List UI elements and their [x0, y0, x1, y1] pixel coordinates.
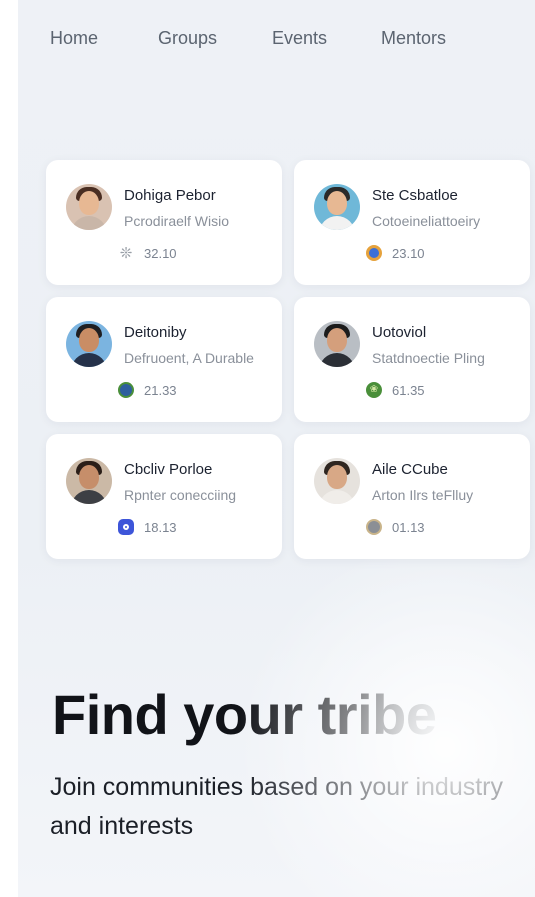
mentor-card[interactable]: Cbcliv Porloe Rpnter conecciing 18.13 [46, 434, 282, 559]
mentor-role: Pcrodiraelf Wisio [124, 213, 230, 229]
mentor-card[interactable]: Deitoniby Defruoent, A Durable 21.33 [46, 297, 282, 422]
avatar [66, 184, 112, 230]
mentor-grid: Dohiga Pebor Pcrodiraelf Wisio ❊ 32.10 S… [46, 160, 530, 559]
nav-mentors[interactable]: Mentors [381, 28, 471, 49]
mentor-role: Statdnoectie Pling [372, 350, 485, 366]
mentor-count: 18.13 [144, 519, 177, 535]
avatar [314, 458, 360, 504]
globe-icon [118, 382, 134, 398]
top-nav: Home Groups Events Mentors [50, 28, 471, 49]
mentor-role: Defruoent, A Durable [124, 350, 254, 366]
mentor-card[interactable]: Ste Csbatloe Cotoeineliattoeiry 23.10 [294, 160, 530, 285]
mentor-name: Ste Csbatloe [372, 187, 458, 204]
mentor-name: Dohiga Pebor [124, 187, 216, 204]
nav-events[interactable]: Events [272, 28, 381, 49]
avatar [314, 184, 360, 230]
mentor-count: 61.35 [392, 382, 425, 398]
avatar [314, 321, 360, 367]
mentor-role: Arton Ilrs teFlluy [372, 487, 474, 503]
mentor-name: Deitoniby [124, 324, 187, 341]
avatar [66, 321, 112, 367]
mentor-count: 21.33 [144, 382, 177, 398]
globe-icon [366, 245, 382, 261]
nav-home[interactable]: Home [50, 28, 158, 49]
mentor-count: 01.13 [392, 519, 425, 535]
mentor-card[interactable]: Dohiga Pebor Pcrodiraelf Wisio ❊ 32.10 [46, 160, 282, 285]
mentor-name: Aile CCube [372, 461, 448, 478]
mentor-role: Cotoeineliattoeiry [372, 213, 481, 229]
mentor-card[interactable]: Aile CCube Arton Ilrs teFlluy 01.13 [294, 434, 530, 559]
nav-groups[interactable]: Groups [158, 28, 272, 49]
hero-subtitle: Join communities based on your industry … [50, 773, 504, 840]
mentor-role: Rpnter conecciing [124, 487, 237, 503]
leaf-icon: ❀ [366, 382, 382, 398]
hero-title: Find your tribe [52, 683, 437, 746]
mentor-count: 23.10 [392, 245, 425, 261]
mentor-name: Cbcliv Porloe [124, 461, 213, 478]
app-icon [118, 519, 134, 535]
photo-icon [366, 519, 382, 535]
sparkle-icon: ❊ [119, 244, 133, 262]
mentor-name: Uotoviol [372, 324, 427, 341]
avatar [66, 458, 112, 504]
app-screen: Home Groups Events Mentors Dohiga Pebor … [18, 0, 535, 897]
mentor-card[interactable]: Uotoviol Statdnoectie Pling ❀ 61.35 [294, 297, 530, 422]
mentor-count: 32.10 [144, 245, 177, 261]
